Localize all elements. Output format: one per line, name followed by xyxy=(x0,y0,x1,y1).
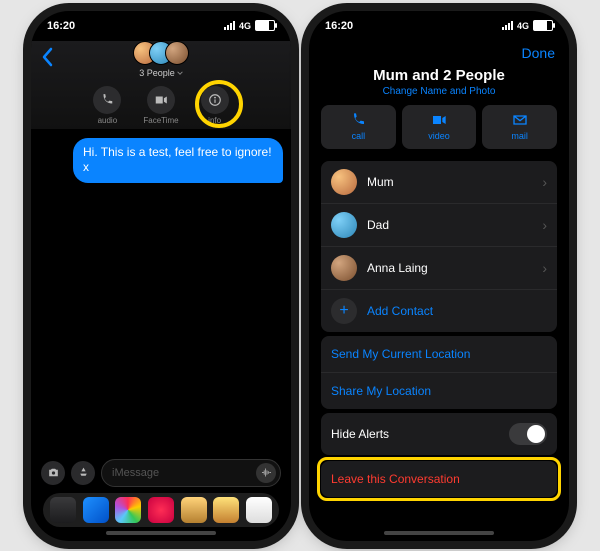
conversation-header: 3 People audio FaceTime info xyxy=(31,41,291,130)
avatar xyxy=(331,169,357,195)
notch xyxy=(101,11,221,33)
imessage-app-dock[interactable] xyxy=(43,493,279,527)
info-icon xyxy=(208,93,222,107)
audio-message-button[interactable] xyxy=(256,463,276,483)
back-button[interactable] xyxy=(41,47,53,73)
group-people-label[interactable]: 3 People xyxy=(31,68,291,78)
dock-app[interactable] xyxy=(83,497,109,523)
quick-actions-row: audio FaceTime info xyxy=(31,86,291,125)
done-button[interactable]: Done xyxy=(522,45,555,61)
audio-button[interactable]: audio xyxy=(93,86,121,125)
notch xyxy=(379,11,499,33)
video-icon xyxy=(431,112,447,128)
phone-icon xyxy=(100,93,114,107)
details-nav: Done xyxy=(309,41,569,65)
dock-app[interactable] xyxy=(50,497,76,523)
chevron-right-icon: › xyxy=(542,217,547,233)
message-input-row: iMessage xyxy=(31,459,291,487)
add-contact-row[interactable]: + Add Contact xyxy=(321,290,557,332)
plus-icon: + xyxy=(331,298,357,324)
app-store-icon xyxy=(77,466,90,479)
mail-icon xyxy=(512,112,528,128)
network-label: 4G xyxy=(239,21,251,31)
share-location-button[interactable]: Share My Location xyxy=(321,373,557,409)
battery-icon xyxy=(533,20,553,31)
hide-alerts-toggle[interactable] xyxy=(509,423,547,445)
chevron-right-icon: › xyxy=(542,174,547,190)
alerts-list: Hide Alerts xyxy=(321,413,557,455)
chevron-right-icon: › xyxy=(542,260,547,276)
leave-conversation-wrap: Leave this Conversation xyxy=(321,461,557,497)
change-name-photo-button[interactable]: Change Name and Photo xyxy=(309,86,569,97)
call-tile[interactable]: call xyxy=(321,105,396,149)
messages-area[interactable]: Hi. This is a test, feel free to ignore!… xyxy=(31,130,291,428)
video-icon xyxy=(154,93,168,107)
dock-app[interactable] xyxy=(246,497,272,523)
avatar xyxy=(331,212,357,238)
hide-alerts-row: Hide Alerts xyxy=(321,413,557,455)
hide-alerts-label: Hide Alerts xyxy=(331,427,389,441)
message-placeholder: iMessage xyxy=(112,467,159,479)
phone-icon xyxy=(350,112,366,128)
status-right: 4G xyxy=(224,20,275,31)
camera-button[interactable] xyxy=(41,461,65,485)
facetime-button[interactable]: FaceTime xyxy=(143,86,178,125)
sent-message-bubble[interactable]: Hi. This is a test, feel free to ignore!… xyxy=(73,138,283,183)
mail-tile[interactable]: mail xyxy=(482,105,557,149)
avatar xyxy=(331,255,357,281)
phone-left-conversation: 16:20 4G 3 People audio FaceTime xyxy=(31,11,291,541)
avatar xyxy=(165,41,189,65)
group-avatar-stack[interactable] xyxy=(31,41,291,65)
dock-app[interactable] xyxy=(148,497,174,523)
status-right: 4G xyxy=(502,20,553,31)
home-indicator[interactable] xyxy=(106,531,216,535)
location-list: Send My Current Location Share My Locati… xyxy=(321,336,557,409)
member-row[interactable]: Anna Laing › xyxy=(321,247,557,290)
video-tile[interactable]: video xyxy=(402,105,477,149)
message-input[interactable]: iMessage xyxy=(101,459,281,487)
waveform-icon xyxy=(261,467,272,478)
signal-bars-icon xyxy=(224,21,235,30)
dock-app[interactable] xyxy=(181,497,207,523)
action-tiles: call video mail xyxy=(309,97,569,157)
app-store-button[interactable] xyxy=(71,461,95,485)
network-label: 4G xyxy=(517,21,529,31)
leave-conversation-button[interactable]: Leave this Conversation xyxy=(321,461,557,497)
info-button[interactable]: info xyxy=(201,86,229,125)
camera-icon xyxy=(47,466,60,479)
phone-right-details: 16:20 4G Done Mum and 2 People Change Na… xyxy=(309,11,569,541)
members-list: Mum › Dad › Anna Laing › + Add Contact xyxy=(321,161,557,332)
signal-bars-icon xyxy=(502,21,513,30)
chevron-down-icon xyxy=(177,70,183,76)
home-indicator[interactable] xyxy=(384,531,494,535)
dock-app[interactable] xyxy=(115,497,141,523)
send-location-button[interactable]: Send My Current Location xyxy=(321,336,557,373)
status-time: 16:20 xyxy=(325,20,353,32)
dock-app[interactable] xyxy=(213,497,239,523)
battery-icon xyxy=(255,20,275,31)
group-title: Mum and 2 People xyxy=(309,67,569,84)
member-row[interactable]: Dad › xyxy=(321,204,557,247)
status-time: 16:20 xyxy=(47,20,75,32)
member-row[interactable]: Mum › xyxy=(321,161,557,204)
